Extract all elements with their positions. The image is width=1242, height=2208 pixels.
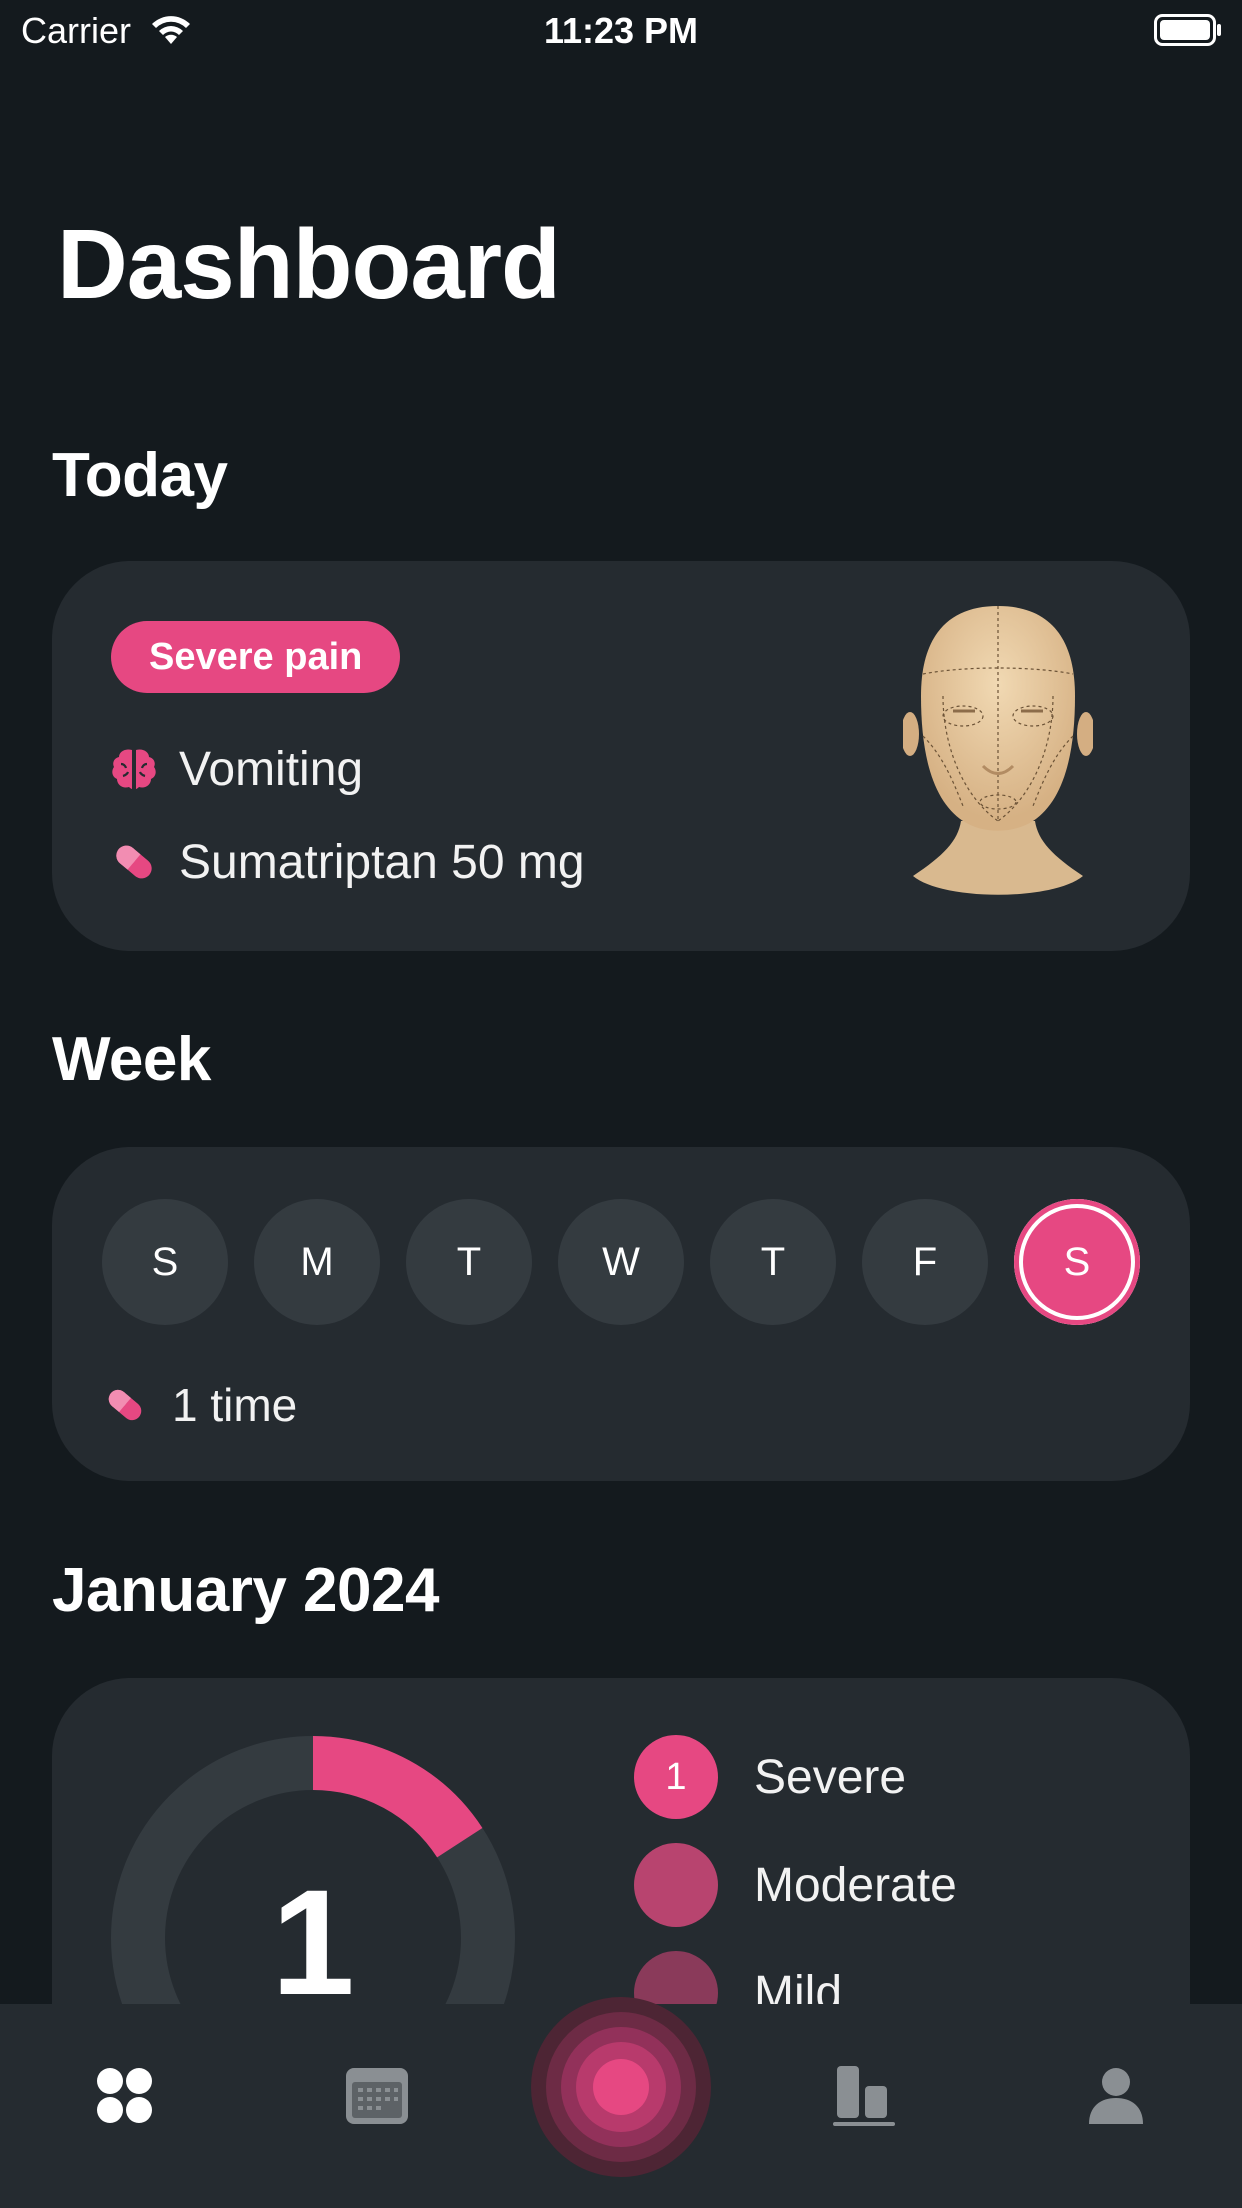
day-sunday[interactable]: S [102,1199,228,1325]
today-card[interactable]: Severe pain Vomiting Sumatriptan 50 mg [52,561,1190,951]
day-saturday-selected[interactable]: S [1014,1199,1140,1325]
symptom-row: Vomiting [109,741,363,797]
status-bar: Carrier 11:23 PM [0,0,1242,60]
tab-bar [0,1997,1242,2208]
donut-severe-segment [312,1736,483,1858]
legend-severe[interactable]: 1 Severe [634,1735,906,1819]
week-medication-row: 1 time [102,1375,297,1435]
record-attack-button[interactable] [528,1994,714,2180]
symptom-label: Vomiting [179,742,364,796]
pain-level-badge: Severe pain [111,621,401,693]
battery-icon [1154,14,1221,46]
today-heading: Today [52,441,228,510]
legend-severe-label: Severe [754,1750,907,1804]
pill-icon [116,845,152,879]
tab-dashboard[interactable] [91,2060,161,2130]
brain-icon [112,749,156,789]
day-monday[interactable]: M [254,1199,380,1325]
day-friday[interactable]: F [862,1199,988,1325]
medication-label: Sumatriptan 50 mg [179,835,585,889]
legend-moderate-label: Moderate [754,1858,957,1912]
week-card: S M T W T F S 1 time [52,1147,1190,1481]
day-thursday[interactable]: T [710,1199,836,1325]
legend-severe-count: 1 [634,1735,718,1819]
month-heading: January 2024 [52,1556,439,1625]
tab-statistics[interactable] [829,2060,899,2130]
page-title: Dashboard [57,209,561,319]
dashboard-screen: Carrier 11:23 PM Dashboard Today Severe … [0,0,1242,2208]
bar-chart-icon [833,2066,895,2126]
day-tuesday[interactable]: T [406,1199,532,1325]
week-heading: Week [52,1025,211,1094]
medication-row: Sumatriptan 50 mg [109,834,585,890]
pill-icon [108,1389,142,1421]
tab-profile[interactable] [1081,2060,1151,2130]
legend-moderate[interactable]: Moderate [634,1843,957,1927]
head-pain-map-image [903,606,1093,895]
legend-moderate-count [634,1843,718,1927]
person-icon [1089,2068,1143,2124]
calendar-icon [346,2068,408,2124]
clock: 11:23 PM [543,10,699,51]
day-wednesday[interactable]: W [558,1199,684,1325]
grid-dots-icon [97,2068,152,2123]
tab-calendar[interactable] [342,2060,412,2130]
medication-count: 1 time [172,1379,298,1431]
